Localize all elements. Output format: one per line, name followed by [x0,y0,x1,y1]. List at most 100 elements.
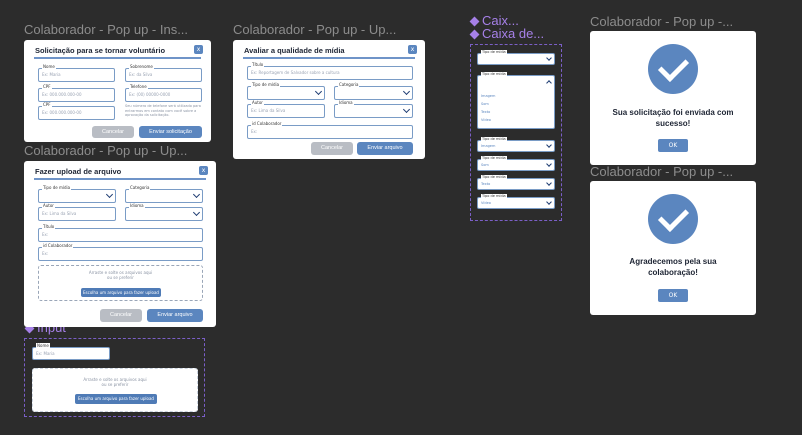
dropdown-open[interactable]: Tipo de mídia Imagem Som Texto Vídeo [477,72,555,129]
cancel-button[interactable]: Cancelar [92,126,134,138]
first-name-field[interactable]: Nome Ex: Maria [38,64,115,82]
chevron-down-icon [546,55,552,61]
chevron-down-icon [402,87,411,96]
cancel-button[interactable]: Cancelar [100,309,142,322]
field-placeholder: Ex: 000.000.000-00 [42,110,82,115]
check-circle-icon [648,44,698,94]
dropdown-label: Tipo de mídia [481,175,507,180]
file-dropzone[interactable]: Arraste e solte os arquivos aqui ou se p… [32,368,198,412]
modal-header: Fazer upload de arquivo x [34,166,208,180]
thanks-message-2: colaboração! [648,268,698,277]
dropdown-selected-image[interactable]: Tipo de mídia Imagem [477,137,555,152]
last-name-field[interactable]: Sobrenome Ex: da Silva [125,64,202,82]
media-type-select[interactable]: Tipo de mídia [247,82,325,100]
chevron-down-icon [192,190,201,199]
author-field[interactable]: Autor Ex: Lima da Silva [247,100,325,118]
dropdown-label: Tipo de mídia [481,194,507,199]
cpf-field[interactable]: CPF Ex: 000.000.000-00 [38,84,115,102]
chevron-up-icon [546,80,552,86]
component-label: Caixa de... [482,26,545,41]
submit-request-button[interactable]: Enviar solicitação [139,126,202,138]
dropdown-value: Imagem [481,144,496,148]
category-select[interactable]: Categoria [125,185,203,203]
modal-header: Solicitação para se tornar voluntário x [34,45,203,59]
dropdown-closed[interactable]: Tipo de mídia [477,50,555,65]
success-message: Sua solicitação foi enviada com [612,108,734,117]
author-field[interactable]: Autor Ex: Lima da Silva [38,203,116,221]
category-select[interactable]: Categoria [334,82,413,100]
close-button[interactable]: x [199,166,208,175]
dropdown-value: Som [481,163,489,167]
chevron-down-icon [546,180,552,186]
modal-title: Fazer upload de arquivo [35,167,122,176]
field-label: Nome [36,343,50,349]
name-input[interactable]: Nome Ex: Maria [32,343,110,360]
frame-title-success-1[interactable]: Colaborador - Pop up -... [590,14,760,29]
choose-file-button[interactable]: Escolha um arquivo para fazer upload [75,394,157,404]
language-select[interactable]: Idioma [334,100,413,118]
field-placeholder: Ex: [42,232,49,237]
field-label: id Colaborador [251,121,283,127]
cancel-button[interactable]: Cancelar [311,142,353,155]
input-component-set: Nome Ex: Maria Arraste e solte os arquiv… [24,338,205,417]
title-field[interactable]: Título Ex: [38,224,203,242]
upload-modal: Fazer upload de arquivo x Tipo de mídia … [24,161,216,327]
dropzone-text-2: ou se preferir [107,275,134,280]
chevron-down-icon [314,87,323,96]
dropdown-option[interactable]: Texto [481,110,490,114]
close-button[interactable]: x [194,45,203,54]
dropdown-selected-sound[interactable]: Tipo de mídia Som [477,156,555,171]
language-select[interactable]: Idioma [125,203,203,221]
chevron-down-icon [546,142,552,148]
cpf-field-2[interactable]: CPF Ex: 000.000.000-00 [38,102,115,120]
frame-title-success-2[interactable]: Colaborador - Pop up -... [590,164,760,179]
field-label: Sobrenome [129,64,154,70]
chevron-down-icon [105,190,114,199]
collaborator-id-field[interactable]: id Colaborador Ex: [38,243,203,261]
field-placeholder: Ex: da Silva [129,72,153,77]
field-label: Autor [42,203,55,209]
media-type-select[interactable]: Tipo de mídia [38,185,116,203]
collaborator-id-field[interactable]: id Colaborador Ex: [247,121,413,139]
dropzone-card: Arraste e solte os arquivos aqui ou se p… [32,368,198,412]
field-label: Título [42,224,56,230]
dropdown-label: Tipo de mídia [481,72,507,77]
component-title-caixa-2[interactable]: Caixa de... [470,27,544,41]
field-label: Tipo de mídia [251,82,281,88]
file-dropzone[interactable]: Arraste e solte os arquivos aqui ou se p… [38,265,203,301]
field-placeholder: Ex: Reportagem de Salvador sobre a cultu… [251,70,340,75]
field-placeholder: Ex: Maria [36,351,55,356]
ok-button[interactable]: OK [658,139,688,152]
dropdown-selected-video[interactable]: Tipo de mídia Vídeo [477,194,555,209]
chevron-down-icon [402,105,411,114]
field-label: Categoria [338,82,360,88]
frame-title-rate[interactable]: Colaborador - Pop up - Up... [233,22,425,37]
submit-file-button[interactable]: Enviar arquivo [147,309,203,322]
dropdown-value: Texto [481,182,491,186]
rate-media-modal: Avaliar a qualidade de mídia x Título Ex… [233,40,425,159]
ok-button[interactable]: OK [658,289,688,302]
dropdown-component-set: Tipo de mídia Tipo de mídia Imagem Som T… [470,44,562,221]
field-label: id Colaborador [42,243,74,249]
volunteer-modal: Solicitação para se tornar voluntário x … [24,40,211,142]
dropdown-selected-text[interactable]: Tipo de mídia Texto [477,175,555,190]
field-label: Telefone [129,84,148,90]
close-button[interactable]: x [408,45,417,54]
choose-file-button[interactable]: Escolha um arquivo para fazer upload [81,288,161,297]
frame-title-volunteer[interactable]: Colaborador - Pop up - Ins... [24,22,220,37]
dropdown-option[interactable]: Vídeo [481,118,491,122]
dropdown-option[interactable]: Imagem [481,94,495,98]
chevron-down-icon [546,199,552,205]
phone-field[interactable]: Telefone Ex: (00) 00000-0000 [125,84,202,102]
field-label: CPF [42,102,52,108]
submit-file-button[interactable]: Enviar arquivo [357,142,413,155]
thanks-message: Agradecemos pela sua [629,257,717,266]
modal-title: Avaliar a qualidade de mídia [244,46,345,55]
component-icon [470,17,479,26]
component-icon [470,30,479,39]
field-label: CPF [42,84,52,90]
field-label: Tipo de mídia [42,185,72,191]
frame-title-upload[interactable]: Colaborador - Pop up - Up... [24,143,220,158]
title-field[interactable]: Título Ex: Reportagem de Salvador sobre … [247,62,413,80]
dropdown-option[interactable]: Som [481,102,489,106]
